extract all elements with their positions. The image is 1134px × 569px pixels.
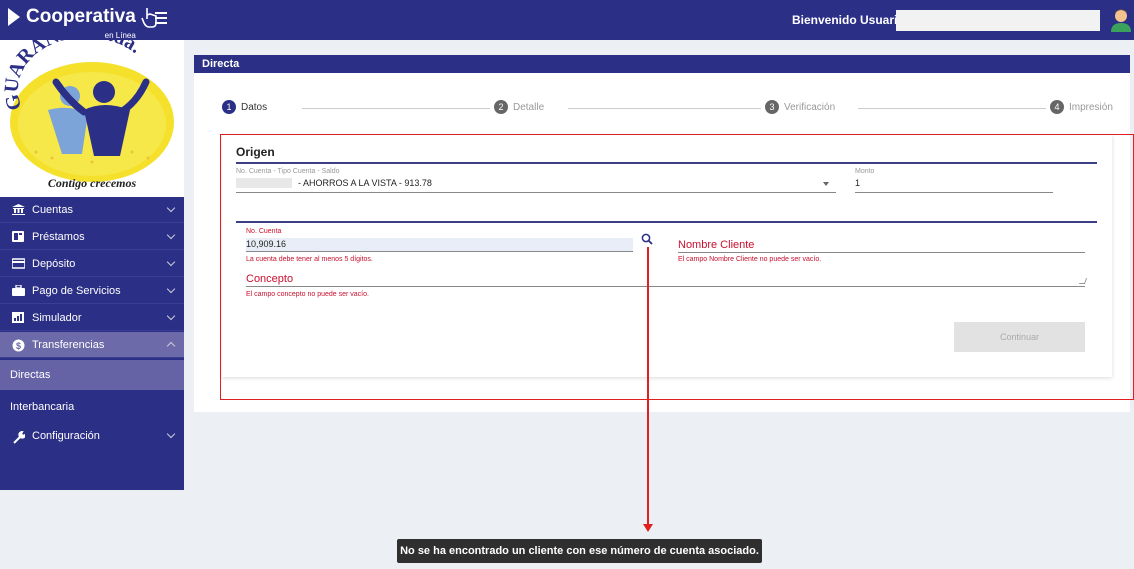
step-connector: [302, 108, 498, 109]
card-icon: [11, 258, 26, 269]
brand-title: Cooperativa en Línea: [26, 7, 136, 41]
username-redacted: [896, 10, 1100, 31]
step-detalle[interactable]: 2 Detalle: [490, 100, 549, 114]
briefcase-icon: [12, 284, 25, 296]
step-connector: [858, 108, 1076, 109]
brand-arrow-icon: [8, 8, 20, 26]
step-impresion[interactable]: 4 Impresión: [1046, 100, 1117, 114]
sidebar-item-prestamos[interactable]: Préstamos: [0, 224, 184, 250]
sidebar-subitem-interbancaria[interactable]: Interbancaria: [0, 392, 184, 422]
step-verificacion[interactable]: 3 Verificación: [761, 100, 840, 114]
highlight-box: [220, 134, 1134, 400]
stepper: 1 Datos 2 Detalle 3 Verificación 4 Impresión: [222, 100, 1122, 116]
sidebar-item-pago-servicios[interactable]: Pago de Servicios: [0, 278, 184, 304]
toast-message: No se ha encontrado un cliente con ese n…: [397, 539, 762, 563]
sidebar-item-configuracion[interactable]: Configuración: [0, 423, 184, 449]
svg-text:$: $: [16, 341, 21, 351]
annotation-arrow-head: [643, 524, 653, 532]
loan-icon: [12, 231, 25, 242]
sidebar: GUARANDA Ltda. Contigo crecemos Cuentas …: [0, 20, 184, 569]
user-avatar-icon[interactable]: [1110, 8, 1132, 32]
sidebar-item-deposito[interactable]: Depósito: [0, 251, 184, 277]
sidebar-item-cuentas[interactable]: Cuentas: [0, 197, 184, 223]
annotation-arrow: [647, 247, 649, 527]
top-bar: Cooperativa en Línea Bienvenido Usuario:…: [0, 0, 1134, 40]
step-datos[interactable]: 1 Datos: [222, 100, 272, 114]
svg-text:Contigo crecemos: Contigo crecemos: [48, 176, 137, 190]
menu-toggle-icon[interactable]: [155, 12, 167, 27]
panel-title: Directa: [194, 55, 1130, 73]
sidebar-subitem-directas[interactable]: Directas: [0, 360, 184, 390]
dollar-icon: $: [12, 339, 25, 352]
cooperative-logo: GUARANDA Ltda. Contigo crecemos: [0, 20, 184, 197]
wrench-icon: [12, 430, 27, 444]
sidebar-menu: Cuentas Préstamos Depósito Pago de Servi…: [0, 197, 184, 490]
bank-icon: [12, 204, 25, 215]
step-connector: [568, 108, 788, 109]
sidebar-item-transferencias[interactable]: $ Transferencias: [0, 332, 184, 358]
chart-icon: [12, 312, 25, 323]
brand[interactable]: Cooperativa en Línea: [8, 5, 160, 41]
sidebar-item-simulador[interactable]: Simulador: [0, 305, 184, 331]
